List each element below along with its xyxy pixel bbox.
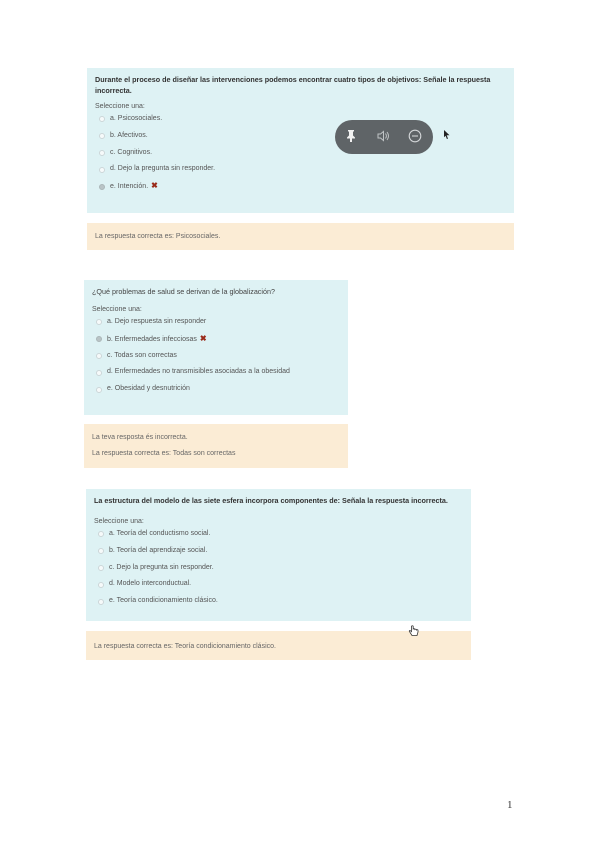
option-a[interactable]: a. Psicosociales. xyxy=(95,111,506,128)
option-d[interactable]: d. Modelo interconductual. xyxy=(94,576,463,593)
option-d[interactable]: d. Enfermedades no transmisibles asociad… xyxy=(92,364,340,381)
select-prompt: Seleccione una: xyxy=(94,518,144,525)
question-text: ¿Qué problemas de salud se derivan de la… xyxy=(92,287,275,296)
radio-button[interactable] xyxy=(96,369,102,376)
correct-answer-text: La respuesta correcta es: Todas son corr… xyxy=(92,450,236,457)
option-label: a. Psicosociales. xyxy=(110,115,163,122)
hand-cursor-icon xyxy=(408,625,419,640)
option-label: a. Teoría del conductismo social. xyxy=(109,530,211,537)
option-b[interactable]: b. Teoría del aprendizaje social. xyxy=(94,543,463,560)
option-label: e. Intención. xyxy=(110,183,149,191)
radio-button[interactable] xyxy=(99,133,105,140)
option-label: c. Dejo la pregunta sin responder. xyxy=(109,563,214,571)
question-text: Durante el proceso de diseñar las interv… xyxy=(95,75,491,95)
radio-button[interactable] xyxy=(98,581,104,588)
minus-circle-icon[interactable] xyxy=(408,129,422,147)
option-c[interactable]: c. Todas son correctas xyxy=(92,348,340,365)
question-3: La estructura del modelo de las siete es… xyxy=(86,489,471,621)
option-label: b. Afectivos. xyxy=(110,131,148,139)
radio-button[interactable] xyxy=(96,319,102,326)
incorrect-notice: La teva resposta és incorrecta. xyxy=(92,434,188,441)
options-list: a. Teoría del conductismo social. b. Teo… xyxy=(94,526,463,610)
radio-button[interactable] xyxy=(96,352,102,359)
cursor-icon xyxy=(443,129,451,143)
incorrect-icon: ✖ xyxy=(151,181,158,191)
feedback-2: La teva resposta és incorrecta. La respu… xyxy=(84,424,348,468)
option-c[interactable]: c. Cognitivos. xyxy=(95,145,506,162)
incorrect-icon: ✖ xyxy=(199,333,207,343)
option-label: a. Dejo respuesta sin responder xyxy=(107,318,207,325)
option-label: e. Obesidad y desnutrición xyxy=(107,385,190,393)
media-toolbar xyxy=(335,120,433,154)
feedback-1: La respuesta correcta es: Psicosociales. xyxy=(87,223,514,250)
question-2: ¿Qué problemas de salud se derivan de la… xyxy=(84,280,348,415)
page-number: 1 xyxy=(507,799,513,811)
option-c[interactable]: c. Dejo la pregunta sin responder. xyxy=(94,560,463,577)
option-label: d. Modelo interconductual. xyxy=(109,580,192,588)
radio-button[interactable] xyxy=(98,564,104,571)
option-e[interactable]: e. Intención. ✖ xyxy=(95,178,506,195)
options-list: a. Psicosociales. b. Afectivos. c. Cogni… xyxy=(95,111,506,195)
volume-icon[interactable] xyxy=(376,129,390,147)
question-text: La estructura del modelo de las siete es… xyxy=(94,496,448,505)
correct-answer-text: La respuesta correcta es: Psicosociales. xyxy=(95,233,221,240)
radio-button[interactable] xyxy=(96,386,102,393)
option-label: b. Enfermedades infecciosas xyxy=(107,335,197,343)
correct-answer-text: La respuesta correcta es: Teoría condici… xyxy=(94,643,276,650)
option-label: d. Dejo la pregunta sin responder. xyxy=(110,165,216,173)
radio-button-selected[interactable] xyxy=(96,336,102,343)
select-prompt: Seleccione una: xyxy=(95,103,145,110)
select-prompt: Seleccione una: xyxy=(92,306,142,313)
radio-button[interactable] xyxy=(98,548,104,555)
radio-button[interactable] xyxy=(98,598,104,605)
pin-icon[interactable] xyxy=(345,129,357,147)
option-e[interactable]: e. Teoría condicionamiento clásico. xyxy=(94,593,463,610)
option-d[interactable]: d. Dejo la pregunta sin responder. xyxy=(95,161,506,178)
options-list: a. Dejo respuesta sin responder b. Enfer… xyxy=(92,314,340,398)
option-label: b. Teoría del aprendizaje social. xyxy=(109,546,208,554)
option-label: d. Enfermedades no transmisibles asociad… xyxy=(107,368,290,376)
radio-button-selected[interactable] xyxy=(99,183,105,190)
option-b[interactable]: b. Enfermedades infecciosas ✖ xyxy=(92,331,340,348)
option-a[interactable]: a. Dejo respuesta sin responder xyxy=(92,314,340,331)
option-e[interactable]: e. Obesidad y desnutrición xyxy=(92,381,340,398)
option-label: c. Todas son correctas xyxy=(107,351,177,359)
option-label: e. Teoría condicionamiento clásico. xyxy=(109,597,218,605)
option-a[interactable]: a. Teoría del conductismo social. xyxy=(94,526,463,543)
radio-button[interactable] xyxy=(99,166,105,173)
radio-button[interactable] xyxy=(99,116,105,123)
option-label: c. Cognitivos. xyxy=(110,148,153,156)
radio-button[interactable] xyxy=(99,149,105,156)
radio-button[interactable] xyxy=(98,531,104,538)
